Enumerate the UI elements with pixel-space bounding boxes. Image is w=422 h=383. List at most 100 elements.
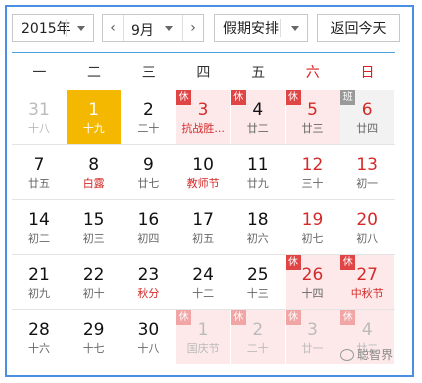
day-number: 15 [82, 210, 105, 230]
header-divider [12, 52, 395, 53]
day-number: 18 [246, 210, 269, 230]
lunar-label: 抗战胜... [181, 122, 225, 135]
lunar-label: 二十 [137, 122, 160, 135]
day-cell[interactable]: 22 初十 [67, 255, 121, 309]
rest-badge: 休 [285, 255, 301, 270]
day-cell[interactable]: 20 初八 [340, 200, 394, 254]
day-number: 20 [356, 210, 378, 230]
lunar-label: 初十 [82, 287, 105, 300]
weekday-label: 六 [305, 65, 320, 81]
day-number: 12 [301, 155, 324, 175]
day-number: 9 [142, 155, 154, 175]
rest-badge: 休 [340, 255, 356, 270]
lunar-label: 初八 [356, 232, 379, 245]
year-select-divider [66, 19, 67, 37]
watermark-text: 聪智界 [357, 348, 394, 362]
lunar-label: 初一 [356, 177, 379, 190]
day-cell[interactable]: 23 秋分 [121, 255, 175, 309]
day-cell[interactable]: 9 廿七 [121, 145, 175, 199]
day-number: 19 [301, 210, 324, 230]
day-cell[interactable]: 班 6 廿四 [340, 90, 395, 144]
day-cell[interactable]: 休 3 廿一 [285, 310, 340, 364]
day-cell[interactable]: 14 初二 [12, 200, 66, 254]
lunar-label: 廿四 [356, 122, 379, 135]
day-cell[interactable]: 休 1 国庆节 [176, 310, 231, 364]
prev-month-button[interactable]: ‹ [103, 15, 124, 41]
lunar-label: 十九 [82, 122, 105, 135]
day-number: 30 [137, 320, 160, 340]
lunar-label: 二十 [246, 342, 269, 355]
day-cell[interactable]: 10 教师节 [176, 145, 230, 199]
day-cell[interactable]: 休 2 二十 [230, 310, 285, 364]
lunar-label: 初七 [301, 232, 324, 245]
day-cell-selected[interactable]: 1 十九 [66, 90, 121, 144]
day-cell[interactable]: 18 初六 [231, 200, 285, 254]
weekday-header: 一 二 三 四 五 六 日 [12, 58, 395, 88]
weekday-label: 一 [32, 65, 47, 81]
lunar-label: 初六 [246, 232, 269, 245]
day-number: 24 [192, 265, 214, 285]
chevron-down-icon [165, 26, 173, 31]
back-to-today-button[interactable]: 返回今天 [317, 14, 400, 42]
wechat-icon [340, 348, 354, 361]
day-cell[interactable]: 16 初四 [121, 200, 175, 254]
day-cell[interactable]: 31 十八 [12, 90, 66, 144]
day-number: 29 [82, 320, 105, 340]
day-cell[interactable]: 7 廿五 [12, 145, 66, 199]
day-number: 8 [88, 155, 100, 175]
day-cell[interactable]: 17 初五 [176, 200, 230, 254]
month-select[interactable]: ‹ 9月 › [102, 14, 204, 42]
lunar-label: 国庆节 [186, 342, 220, 355]
day-cell[interactable]: 休 4 廿二 [230, 90, 285, 144]
year-select[interactable]: 2015年 [12, 14, 94, 42]
rest-badge: 休 [230, 90, 246, 105]
lunar-label: 十四 [301, 287, 324, 300]
lunar-label: 十六 [28, 342, 50, 355]
day-cell[interactable]: 21 初九 [12, 255, 66, 309]
day-cell[interactable]: 11 廿九 [231, 145, 285, 199]
holiday-select[interactable]: 假期安排 [214, 14, 308, 42]
day-cell[interactable]: 24 十二 [176, 255, 230, 309]
lunar-label: 白露 [82, 177, 105, 190]
day-cell[interactable]: 30 十八 [121, 310, 175, 364]
rest-badge: 休 [285, 90, 301, 105]
lunar-label: 中秋节 [350, 287, 384, 300]
lunar-label: 十八 [28, 122, 50, 135]
day-cell[interactable]: 13 初一 [340, 145, 394, 199]
lunar-label: 廿一 [301, 342, 324, 355]
month-select-value: 9月 [131, 23, 154, 39]
day-cell[interactable]: 休 27 中秋节 [340, 255, 395, 309]
day-cell[interactable]: 休 5 廿三 [285, 90, 340, 144]
holiday-select-divider [280, 19, 281, 37]
lunar-label: 秋分 [137, 287, 160, 300]
lunar-label: 廿九 [246, 177, 269, 190]
calendar-toolbar: 2015年 ‹ 9月 › 假期安排 返回今天 [12, 14, 407, 44]
day-number: 17 [192, 210, 214, 230]
rest-badge: 休 [230, 310, 246, 325]
day-cell[interactable]: 休 26 十四 [285, 255, 340, 309]
rest-badge: 休 [176, 90, 192, 105]
day-cell[interactable]: 休 3 抗战胜... [176, 90, 231, 144]
day-cell[interactable]: 2 二十 [121, 90, 175, 144]
day-number: 21 [28, 265, 50, 285]
weekday-label: 二 [87, 65, 102, 81]
day-number: 22 [82, 265, 105, 285]
day-cell[interactable]: 25 十三 [231, 255, 285, 309]
day-cell[interactable]: 15 初三 [67, 200, 121, 254]
weekday-label: 四 [196, 65, 211, 81]
day-cell[interactable]: 19 初七 [286, 200, 340, 254]
day-cell[interactable]: 29 十七 [67, 310, 121, 364]
rest-badge: 休 [340, 310, 356, 325]
lunar-label: 十二 [192, 287, 215, 300]
lunar-label: 十七 [82, 342, 105, 355]
lunar-label: 十八 [137, 342, 160, 355]
lunar-label: 初二 [28, 232, 50, 245]
day-cell[interactable]: 28 十六 [12, 310, 66, 364]
chevron-down-icon [77, 26, 85, 31]
day-number: 25 [246, 265, 269, 285]
day-cell[interactable]: 12 三十 [286, 145, 340, 199]
next-month-button[interactable]: › [182, 15, 203, 41]
day-cell[interactable]: 8 白露 [67, 145, 121, 199]
day-number: 23 [137, 265, 160, 285]
lunar-label: 廿三 [301, 122, 324, 135]
